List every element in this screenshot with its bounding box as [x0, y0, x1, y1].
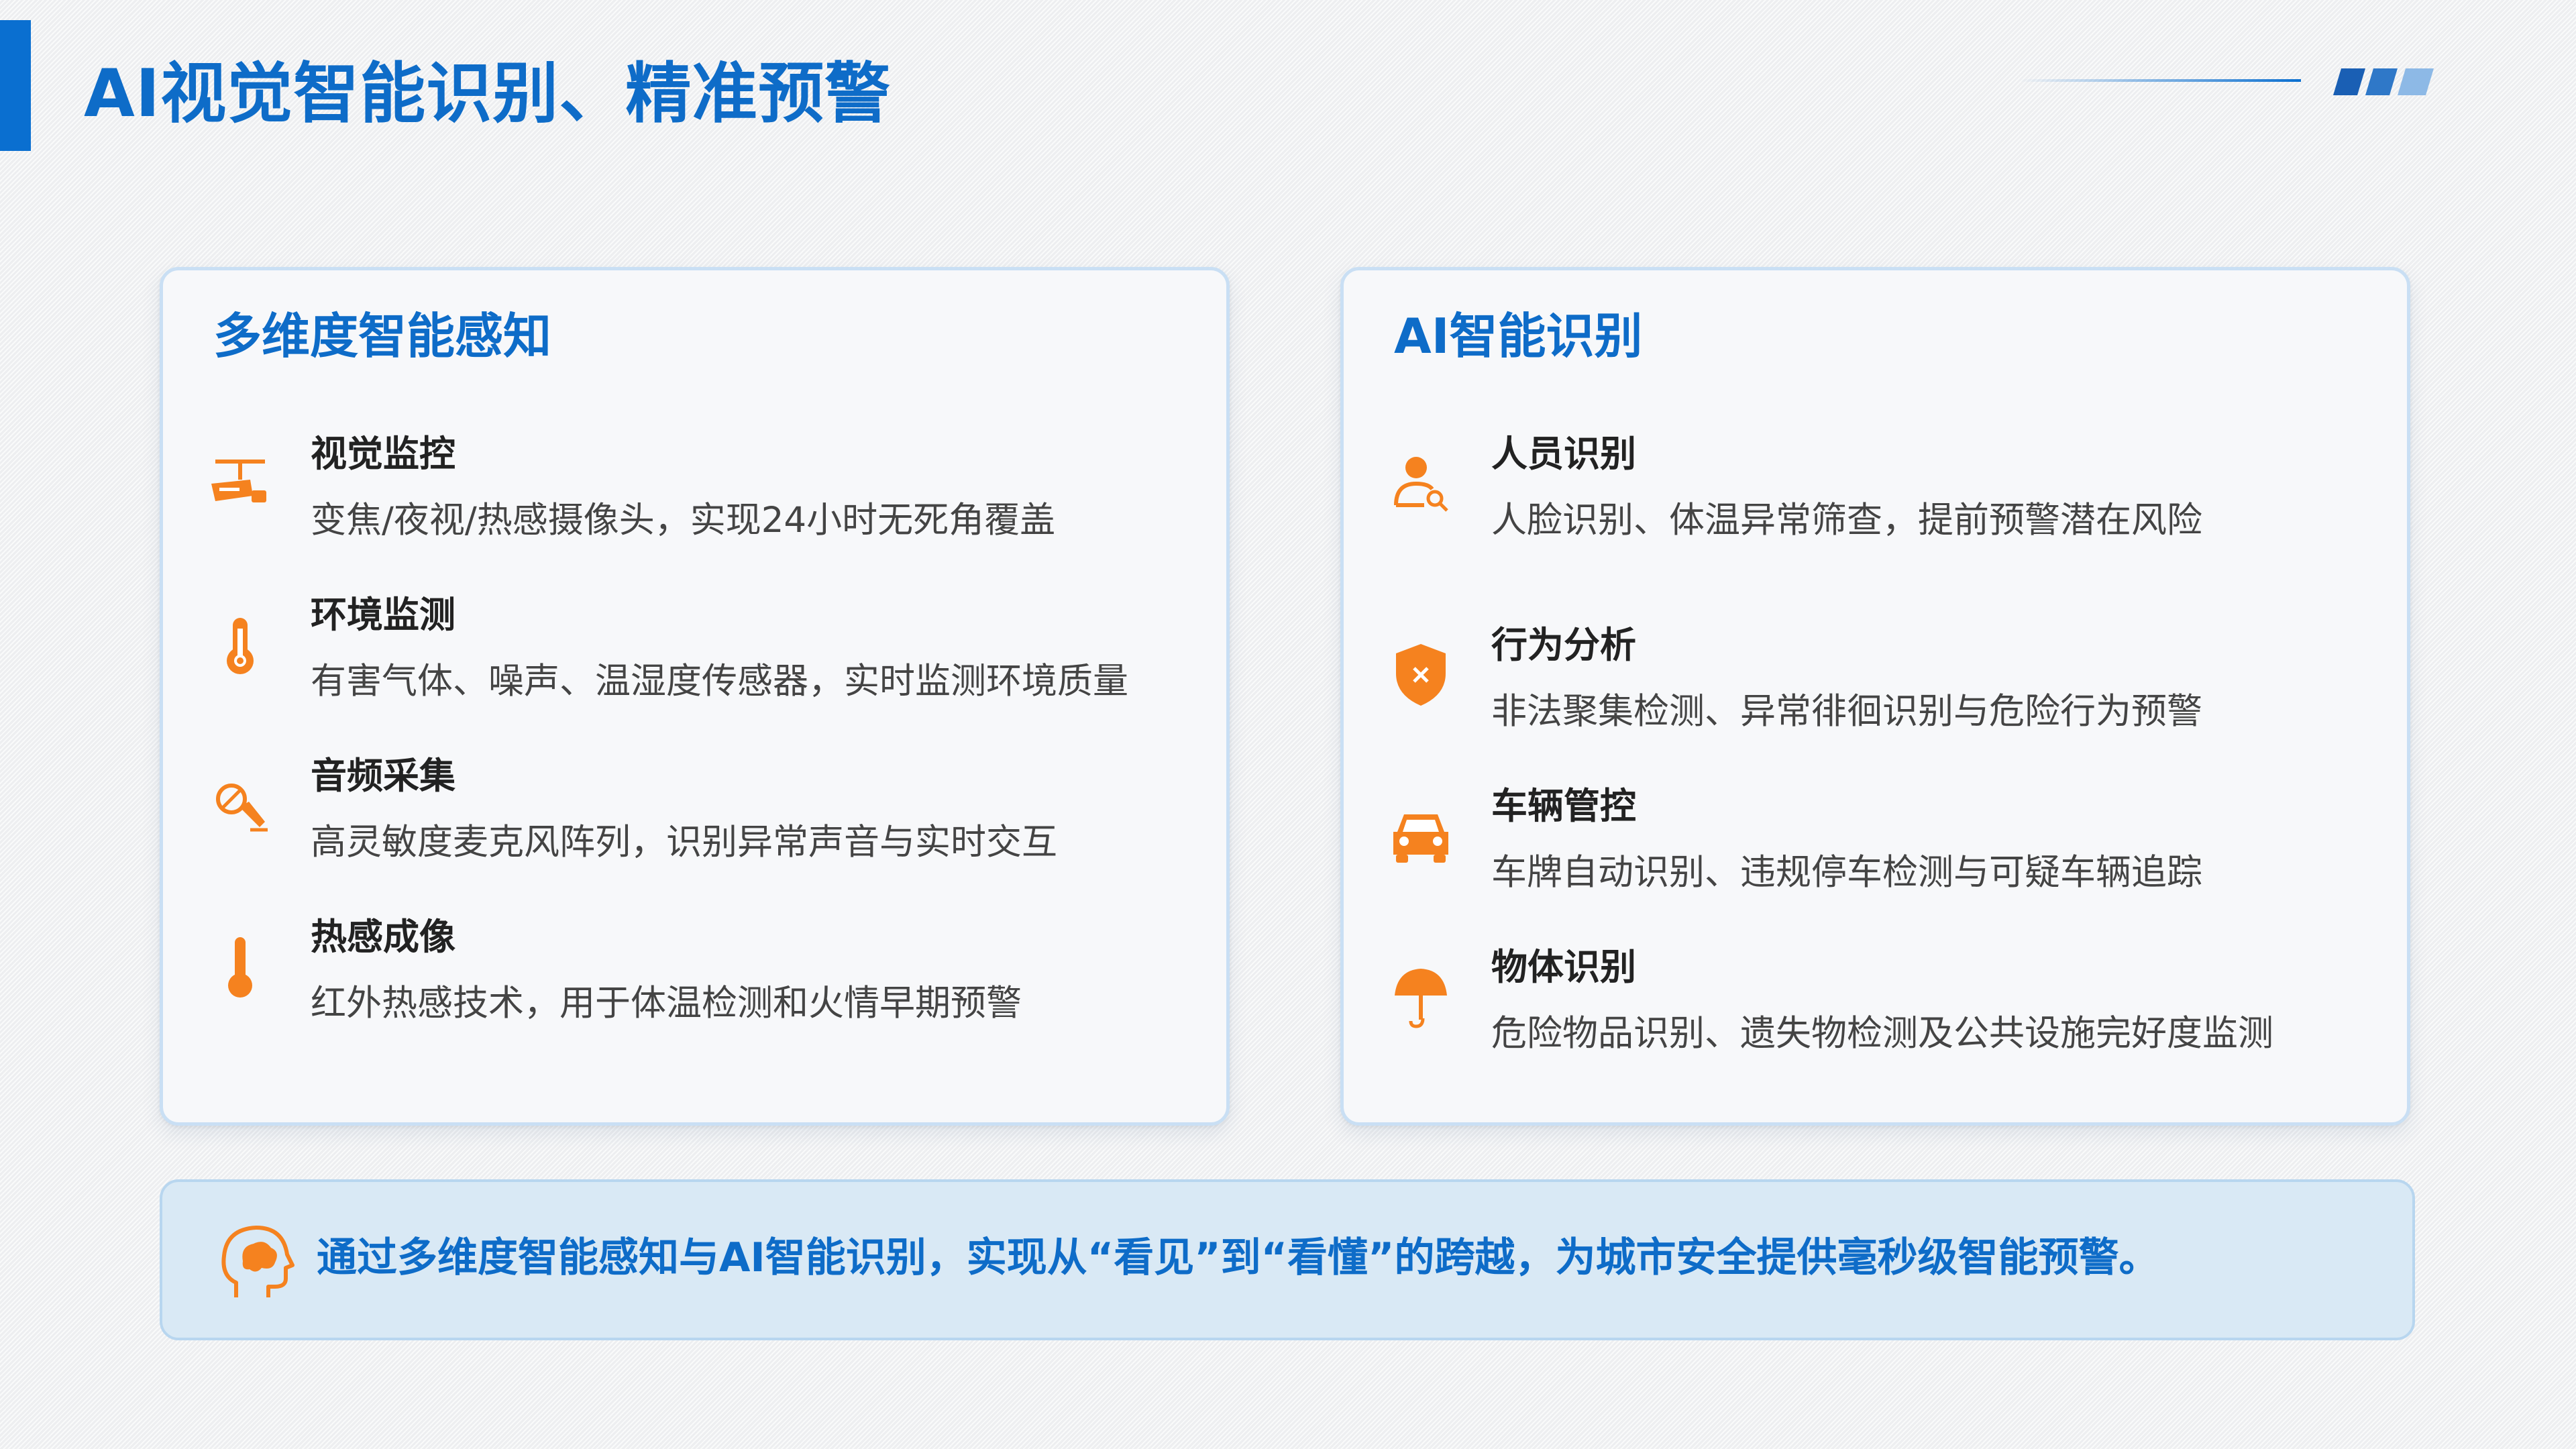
surveillance-camera-icon	[210, 445, 270, 519]
item-description: 变焦/夜视/热感摄像头，实现24小时无死角覆盖	[311, 500, 1056, 541]
car-icon	[1391, 797, 1451, 871]
item-description: 红外热感技术，用于体温检测和火情早期预警	[311, 983, 1022, 1024]
list-item-thermal-imaging: 热感成像 红外热感技术，用于体温检测和火情早期预警	[210, 914, 1203, 1062]
card-title: 多维度智能感知	[213, 308, 552, 364]
sensing-card: 多维度智能感知 视觉监控 变焦/夜视/热感摄像头，实现24小时无死角覆盖 环境监…	[160, 267, 1230, 1126]
item-description: 非法聚集检测、异常徘徊识别与危险行为预警	[1491, 691, 2202, 732]
item-description: 人脸识别、体温异常筛查，提前预警潜在风险	[1491, 500, 2202, 541]
person-search-icon	[1391, 445, 1451, 519]
list-item-audio-capture: 音频采集 高灵敏度麦克风阵列，识别异常声音与实时交互	[210, 753, 1203, 901]
page-title: AI视觉智能识别、精准预警	[84, 56, 892, 132]
thermometer-icon	[210, 606, 270, 680]
item-title: 音频采集	[311, 755, 455, 797]
title-accent-bar	[0, 20, 31, 151]
card-title: AI智能识别	[1394, 308, 1643, 364]
item-title: 行为分析	[1491, 624, 1636, 666]
item-description: 有害气体、噪声、温湿度传感器，实时监测环境质量	[311, 661, 1128, 702]
list-item-behavior-analysis: 行为分析 非法聚集检测、异常徘徊识别与危险行为预警	[1391, 623, 2383, 770]
item-description: 危险物品识别、遗失物检测及公共设施完好度监测	[1491, 1013, 2273, 1054]
item-title: 环境监测	[311, 594, 455, 636]
item-description: 车牌自动识别、违规停车检测与可疑车辆追踪	[1491, 852, 2202, 893]
summary-banner: 通过多维度智能感知与AI智能识别，实现从“看见”到“看懂”的跨越，为城市安全提供…	[160, 1179, 2415, 1340]
item-description: 高灵敏度麦克风阵列，识别异常声音与实时交互	[311, 822, 1057, 863]
list-item-environment-monitoring: 环境监测 有害气体、噪声、温湿度传感器，实时监测环境质量	[210, 592, 1203, 740]
shield-alert-icon	[1391, 636, 1451, 710]
list-item-person-recognition: 人员识别 人脸识别、体温异常筛查，提前预警潜在风险	[1391, 431, 2383, 579]
brain-head-icon	[216, 1222, 297, 1303]
item-title: 热感成像	[311, 916, 455, 958]
recognition-card: AI智能识别 人员识别 人脸识别、体温异常筛查，提前预警潜在风险 行为分析 非法…	[1340, 267, 2410, 1126]
decorative-line	[2019, 79, 2301, 82]
list-item-object-recognition: 物体识别 危险物品识别、遗失物检测及公共设施完好度监测	[1391, 945, 2383, 1092]
item-title: 视觉监控	[311, 433, 455, 475]
item-title: 车辆管控	[1491, 785, 1636, 827]
microphone-icon	[210, 767, 270, 841]
thermal-imaging-icon	[210, 928, 270, 1002]
decorative-chevrons-icon	[2333, 68, 2434, 95]
item-title: 物体识别	[1491, 946, 1636, 988]
list-item-vehicle-control: 车辆管控 车牌自动识别、违规停车检测与可疑车辆追踪	[1391, 784, 2383, 931]
summary-text: 通过多维度智能感知与AI智能识别，实现从“看见”到“看懂”的跨越，为城市安全提供…	[317, 1234, 2159, 1281]
item-title: 人员识别	[1491, 433, 1636, 475]
umbrella-icon	[1391, 958, 1451, 1032]
list-item-video-monitoring: 视觉监控 变焦/夜视/热感摄像头，实现24小时无死角覆盖	[210, 431, 1203, 579]
